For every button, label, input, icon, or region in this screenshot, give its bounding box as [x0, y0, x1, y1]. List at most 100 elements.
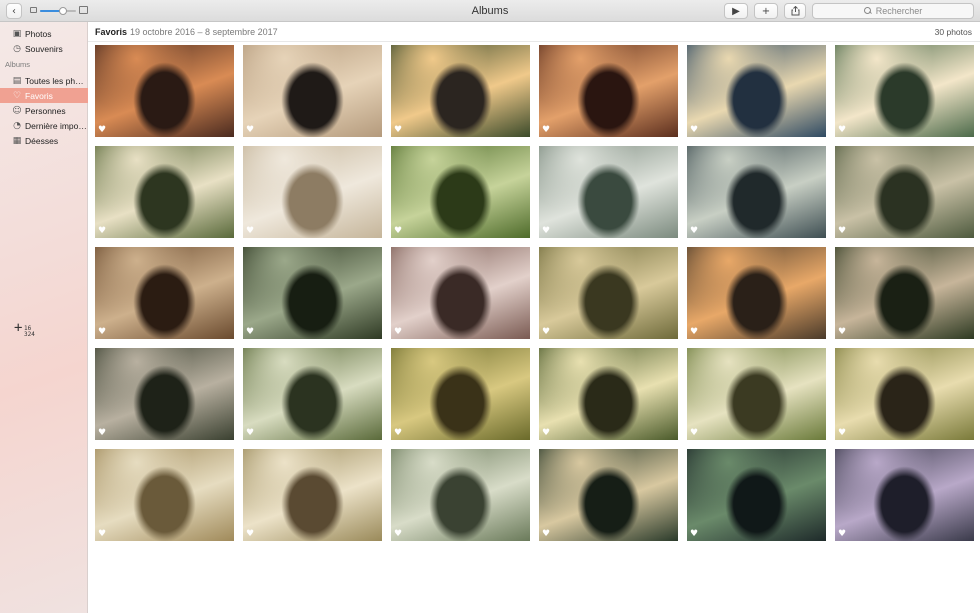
sidebar-item-label: Dernière impo…: [25, 120, 87, 131]
favorite-heart-icon[interactable]: ♥: [542, 126, 550, 135]
photo-thumbnail[interactable]: ♥: [687, 348, 826, 440]
photo-thumbnail[interactable]: ♥: [539, 449, 678, 541]
sidebar-item-deesses[interactable]: ▦ Déesses: [0, 133, 88, 148]
sidebar-item-memories[interactable]: ◷ Souvenirs: [0, 41, 88, 56]
favorite-heart-icon[interactable]: ♥: [394, 328, 402, 337]
favorite-heart-icon[interactable]: ♥: [838, 530, 846, 539]
photo-thumbnail[interactable]: ♥: [243, 348, 382, 440]
photo-thumbnail[interactable]: ♥: [539, 247, 678, 339]
favorite-heart-icon[interactable]: ♥: [542, 429, 550, 438]
sidebar: ▣ Photos ◷ Souvenirs Albums ▤ Toutes les…: [0, 22, 88, 613]
photo-thumbnail[interactable]: ♥: [391, 348, 530, 440]
favorite-heart-icon[interactable]: ♥: [838, 328, 846, 337]
favorite-heart-icon[interactable]: ♥: [98, 328, 106, 337]
photo-thumbnail[interactable]: ♥: [243, 146, 382, 238]
favorite-heart-icon[interactable]: ♥: [394, 429, 402, 438]
search-icon: [863, 7, 872, 15]
all-photos-icon: ▤: [12, 75, 22, 86]
sidebar-item-last-import[interactable]: ◔ Dernière impo…: [0, 118, 88, 133]
favorite-heart-icon[interactable]: ♥: [542, 227, 550, 236]
favorite-heart-icon[interactable]: ♥: [246, 227, 254, 236]
favorite-heart-icon[interactable]: ♥: [394, 227, 402, 236]
photo-thumbnail[interactable]: ♥: [391, 247, 530, 339]
people-icon: ☺: [12, 105, 22, 116]
sidebar-item-label: Toutes les ph…: [25, 75, 84, 86]
photo-thumbnail[interactable]: ♥: [835, 45, 974, 137]
sidebar-item-label: Personnes: [25, 105, 66, 116]
photo-thumbnail[interactable]: ♥: [95, 348, 234, 440]
photo-thumbnail[interactable]: ♥: [391, 146, 530, 238]
favorite-heart-icon[interactable]: ♥: [838, 429, 846, 438]
photo-thumbnail[interactable]: ♥: [687, 146, 826, 238]
sidebar-item-label: Souvenirs: [25, 43, 63, 54]
plus-icon: +: [761, 5, 771, 17]
photo-thumbnail[interactable]: ♥: [95, 45, 234, 137]
photo-thumbnail[interactable]: ♥: [539, 348, 678, 440]
photo-thumbnail[interactable]: ♥: [835, 247, 974, 339]
photo-thumbnail[interactable]: ♥: [539, 45, 678, 137]
favorite-heart-icon[interactable]: ♥: [690, 126, 698, 135]
favorite-heart-icon[interactable]: ♥: [246, 328, 254, 337]
sidebar-item-favorites[interactable]: ♡ Favoris: [0, 88, 88, 103]
photo-thumbnail[interactable]: ♥: [243, 45, 382, 137]
favorite-heart-icon[interactable]: ♥: [690, 328, 698, 337]
share-icon: [791, 6, 799, 16]
favorite-heart-icon[interactable]: ♥: [394, 530, 402, 539]
sidebar-item-all-photos[interactable]: ▤ Toutes les ph…: [0, 73, 88, 88]
slideshow-button[interactable]: ▶: [724, 3, 748, 19]
crosshair-cursor-icon: +: [14, 320, 23, 336]
photo-thumbnail[interactable]: ♥: [687, 449, 826, 541]
main-content: Favoris 19 octobre 2016 – 8 septembre 20…: [88, 22, 980, 613]
photo-thumbnail[interactable]: ♥: [687, 45, 826, 137]
cursor-coordinates: 16 324: [24, 326, 35, 338]
cursor-y: 324: [24, 331, 35, 338]
favorite-heart-icon[interactable]: ♥: [690, 227, 698, 236]
photo-thumbnail[interactable]: ♥: [539, 146, 678, 238]
sidebar-item-people[interactable]: ☺ Personnes: [0, 103, 88, 118]
photo-thumbnail[interactable]: ♥: [835, 449, 974, 541]
search-placeholder: Rechercher: [875, 6, 923, 16]
photo-thumbnail[interactable]: ♥: [391, 449, 530, 541]
favorite-heart-icon[interactable]: ♥: [542, 530, 550, 539]
favorite-heart-icon[interactable]: ♥: [98, 429, 106, 438]
clock-icon: ◔: [13, 120, 21, 131]
favorite-heart-icon[interactable]: ♥: [98, 227, 106, 236]
photos-icon: ▣: [12, 28, 22, 39]
favorite-heart-icon[interactable]: ♥: [394, 126, 402, 135]
sidebar-item-label: Déesses: [25, 135, 59, 146]
photo-count: 30 photos: [934, 27, 972, 37]
photo-thumbnail[interactable]: ♥: [687, 247, 826, 339]
sidebar-item-photos[interactable]: ▣ Photos: [0, 26, 88, 41]
photo-thumbnail[interactable]: ♥: [391, 45, 530, 137]
search-input[interactable]: Rechercher: [812, 3, 974, 19]
favorite-heart-icon[interactable]: ♥: [690, 429, 698, 438]
heart-icon: ♡: [12, 90, 22, 101]
favorite-heart-icon[interactable]: ♥: [98, 126, 106, 135]
favorite-heart-icon[interactable]: ♥: [838, 227, 846, 236]
favorite-heart-icon[interactable]: ♥: [246, 530, 254, 539]
album-header: Favoris 19 octobre 2016 – 8 septembre 20…: [88, 22, 980, 42]
share-button[interactable]: [784, 3, 806, 19]
photo-thumbnail[interactable]: ♥: [835, 146, 974, 238]
photo-thumbnail[interactable]: ♥: [95, 449, 234, 541]
photo-thumbnail[interactable]: ♥: [95, 247, 234, 339]
photo-thumbnail[interactable]: ♥: [95, 146, 234, 238]
sidebar-item-label: Photos: [25, 28, 52, 39]
favorite-heart-icon[interactable]: ♥: [542, 328, 550, 337]
favorite-heart-icon[interactable]: ♥: [246, 126, 254, 135]
memories-icon: ◷: [13, 43, 21, 54]
photo-thumbnail[interactable]: ♥: [835, 348, 974, 440]
window-toolbar: ‹ Albums ▶ + Rechercher: [0, 0, 980, 22]
photo-thumbnail[interactable]: ♥: [243, 247, 382, 339]
photo-thumbnail[interactable]: ♥: [243, 449, 382, 541]
favorite-heart-icon[interactable]: ♥: [838, 126, 846, 135]
album-date-range: 19 octobre 2016 – 8 septembre 2017: [130, 27, 278, 37]
favorite-heart-icon[interactable]: ♥: [98, 530, 106, 539]
sidebar-item-label: Favoris: [25, 90, 53, 101]
add-button[interactable]: +: [754, 3, 778, 19]
sidebar-section-albums: Albums: [5, 60, 31, 69]
favorite-heart-icon[interactable]: ♥: [246, 429, 254, 438]
album-title: Favoris: [95, 27, 128, 37]
favorite-heart-icon[interactable]: ♥: [690, 530, 698, 539]
album-icon: ▦: [12, 135, 22, 146]
